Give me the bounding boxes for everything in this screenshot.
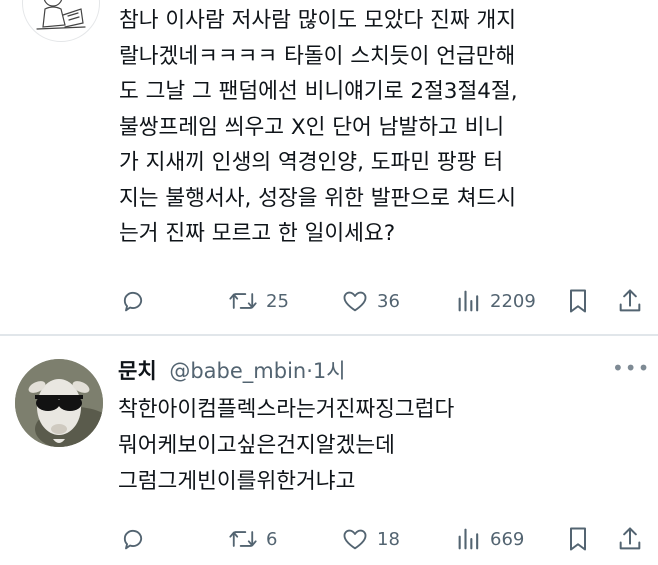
share-button[interactable]	[618, 522, 642, 556]
tweet-first[interactable]: 참나 이사람 저사람 많이도 모았다 진짜 개지 랄나겠네ㅋㅋㅋㅋ 타돌이 스치…	[0, 0, 658, 334]
retweet-count: 25	[266, 290, 289, 312]
heart-icon	[343, 529, 367, 550]
user-handle[interactable]: @babe_mbin	[169, 359, 306, 383]
retweet-button[interactable]: 6	[228, 522, 277, 556]
separator: ·	[306, 359, 313, 383]
avatar[interactable]	[22, 0, 100, 42]
more-icon[interactable]: •••	[612, 356, 650, 380]
like-button[interactable]: 36	[341, 284, 400, 318]
share-icon	[619, 527, 641, 550]
tweet-second[interactable]: 문치 @babe_mbin·1시 ••• 착한아이컴플렉스라는거진짜징그럽다 뭐…	[0, 336, 658, 565]
share-button[interactable]	[618, 284, 642, 318]
retweet-count: 6	[266, 528, 278, 550]
display-name[interactable]: 문치	[118, 359, 157, 383]
view-count: 669	[490, 528, 525, 550]
bookmark-icon	[570, 289, 586, 313]
like-count: 18	[377, 528, 400, 550]
view-count: 2209	[490, 290, 536, 312]
heart-icon	[343, 291, 367, 312]
views-button[interactable]: 669	[456, 522, 524, 556]
views-icon	[458, 290, 479, 312]
like-count: 36	[377, 290, 400, 312]
tweet-text: 참나 이사람 저사람 많이도 모았다 진짜 개지 랄나겠네ㅋㅋㅋㅋ 타돌이 스치…	[119, 8, 518, 246]
reply-button[interactable]	[119, 284, 147, 318]
retweet-icon	[229, 293, 257, 309]
views-icon	[458, 528, 479, 550]
retweet-button[interactable]: 25	[228, 284, 289, 318]
bookmark-icon	[570, 527, 586, 551]
reply-icon	[123, 291, 143, 312]
bookmark-button[interactable]	[566, 284, 590, 318]
retweet-icon	[229, 531, 257, 547]
tweet-actions: 25 36 2209	[0, 284, 658, 318]
avatar[interactable]	[15, 359, 103, 447]
timestamp[interactable]: 1시	[313, 359, 346, 383]
avatar-sketch-image	[36, 0, 86, 30]
like-button[interactable]: 18	[341, 522, 400, 556]
reply-icon	[123, 529, 143, 550]
tweet-header: 문치 @babe_mbin·1시	[118, 355, 346, 385]
tweet-actions: 6 18 669	[0, 522, 658, 556]
bookmark-button[interactable]	[566, 522, 590, 556]
share-icon	[619, 289, 641, 312]
avatar-goat-image	[15, 359, 103, 447]
tweet-text: 착한아이컴플렉스라는거진짜징그럽다 뭐어케보이고싶은건지알겠는데 그럼그게빈이를…	[118, 397, 455, 494]
reply-button[interactable]	[119, 522, 147, 556]
views-button[interactable]: 2209	[456, 284, 536, 318]
